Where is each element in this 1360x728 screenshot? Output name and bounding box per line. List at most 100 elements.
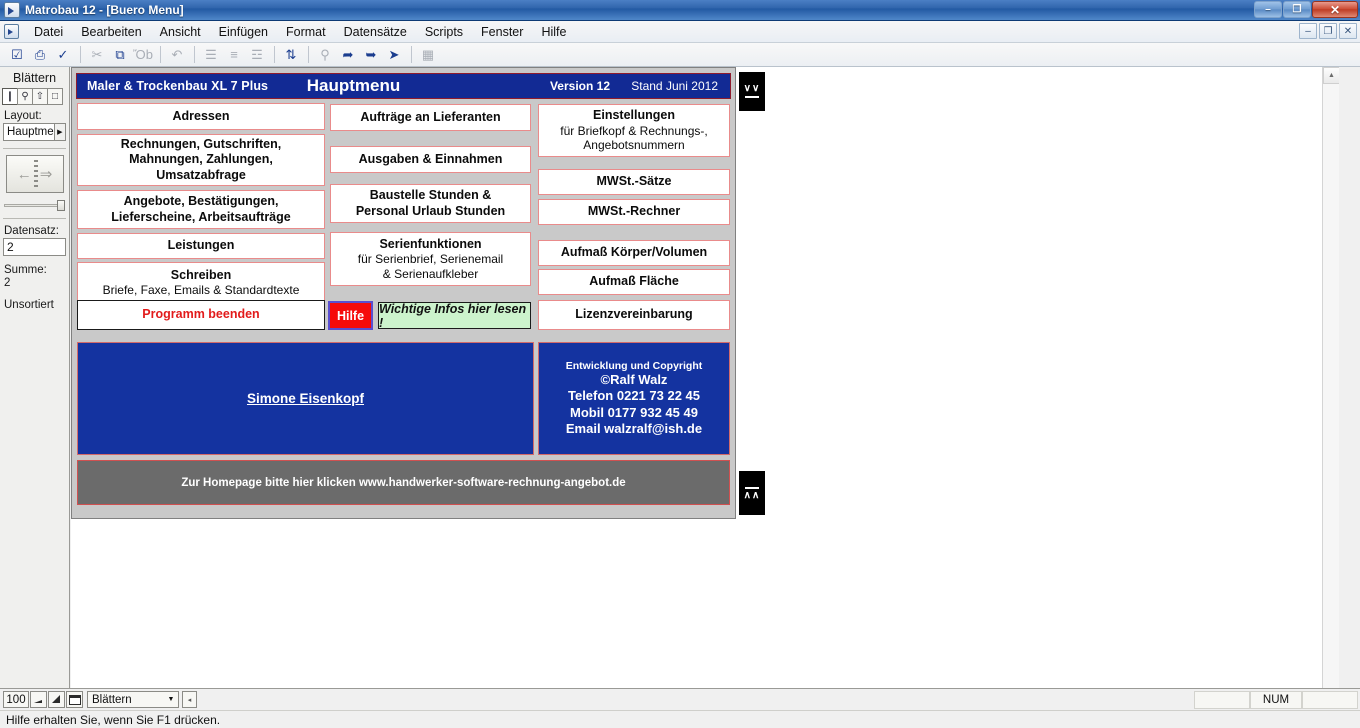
undo-icon[interactable]: ↶ <box>166 45 188 65</box>
chevron-right-icon: ▶ <box>53 124 65 140</box>
sort-icon[interactable]: ⇅ <box>280 45 302 65</box>
button-label: MWSt.-Rechner <box>587 204 681 219</box>
developer-phone: Telefon 0221 73 22 45 <box>567 388 700 404</box>
script-icon[interactable]: ▦ <box>417 45 439 65</box>
button-mwst-saetze[interactable]: MWSt.-Sätze <box>538 169 730 195</box>
restore-button[interactable]: ❐ <box>1283 1 1311 18</box>
copy-icon[interactable]: ⧉ <box>109 45 131 65</box>
horizontal-scroll-track[interactable] <box>197 691 1194 708</box>
window-title: Matrobau 12 - [Buero Menu] <box>25 3 184 17</box>
find-all-icon[interactable]: ☰ <box>200 45 222 65</box>
slider-thumb[interactable] <box>57 200 65 211</box>
menu-ansicht[interactable]: Ansicht <box>151 23 210 41</box>
layout-select-value: Hauptme <box>7 126 54 138</box>
button-leistungen[interactable]: Leistungen <box>77 233 325 259</box>
toolbar-separator <box>160 46 161 63</box>
mdi-minimize-button[interactable]: – <box>1299 23 1317 39</box>
hauptmenu-layout: Maler & Trockenbau XL 7 Plus Hauptmenu V… <box>71 67 736 519</box>
menu-einfuegen[interactable]: Einfügen <box>210 23 277 41</box>
record-slider[interactable] <box>4 200 65 211</box>
document-canvas: Maler & Trockenbau XL 7 Plus Hauptmenu V… <box>71 67 1339 688</box>
menu-fenster[interactable]: Fenster <box>472 23 532 41</box>
scroll-down-chip[interactable]: ∨∨ <box>739 72 765 111</box>
spellcheck-icon[interactable]: ✓ <box>52 45 74 65</box>
paste-icon[interactable]: Ὄb <box>132 45 154 65</box>
menu-format[interactable]: Format <box>277 23 335 41</box>
preview-mode-icon[interactable]: ⇧ <box>32 88 48 105</box>
user-panel[interactable]: Simone Eisenkopf <box>77 342 534 455</box>
status-cell-num: NUM <box>1250 690 1302 709</box>
menu-datensaetze[interactable]: Datensätze <box>335 23 416 41</box>
new-record-icon[interactable]: ☑ <box>6 45 28 65</box>
user-name-link[interactable]: Simone Eisenkopf <box>247 391 364 406</box>
layout-mode-icon[interactable]: □ <box>47 88 63 105</box>
menu-scripts[interactable]: Scripts <box>416 23 472 41</box>
button-baustelle-stunden[interactable]: Baustelle Stunden & Personal Urlaub Stun… <box>330 184 531 223</box>
application-window: Matrobau 12 - [Buero Menu] – ❐ ✕ Datei B… <box>0 0 1360 728</box>
button-label: Umsatzabfrage <box>156 167 246 182</box>
zoom-out-icon[interactable] <box>30 691 47 708</box>
button-label: Aufträge an Lieferanten <box>360 109 501 124</box>
button-label: MWSt.-Sätze <box>596 174 672 189</box>
scroll-up-arrow-icon[interactable]: ▲ <box>1323 67 1339 84</box>
menu-bar: Datei Bearbeiten Ansicht Einfügen Format… <box>0 21 1360 43</box>
window-controls: – ❐ ✕ <box>1254 1 1358 18</box>
show-all-icon[interactable]: ☲ <box>246 45 268 65</box>
mode-select-value: Blättern <box>92 693 132 706</box>
menu-hilfe[interactable]: Hilfe <box>532 23 575 41</box>
mode-select[interactable]: Blättern ▼ <box>87 691 179 708</box>
menu-bearbeiten[interactable]: Bearbeiten <box>72 23 150 41</box>
button-label: Adressen <box>172 108 230 123</box>
next-record-icon[interactable]: ⇒ <box>40 167 53 182</box>
button-rechnungen[interactable]: Rechnungen, Gutschriften, Mahnungen, Zah… <box>77 134 325 186</box>
omit-record-icon[interactable]: ≡ <box>223 45 245 65</box>
record-book-control[interactable]: ← ⇒ <box>5 155 64 193</box>
button-lizenzvereinbarung[interactable]: Lizenzvereinbarung <box>538 300 730 330</box>
export-icon[interactable]: ➥ <box>360 45 382 65</box>
scroll-up-chip[interactable]: ∧∧ <box>739 471 765 515</box>
cut-icon[interactable]: ✂ <box>86 45 108 65</box>
button-aufmass-flaeche[interactable]: Aufmaß Fläche <box>538 269 730 295</box>
button-wichtige-infos[interactable]: Wichtige Infos hier lesen ! <box>378 302 531 330</box>
import-icon[interactable]: ➦ <box>337 45 359 65</box>
button-schreiben[interactable]: Schreiben Briefe, Faxe, Emails & Standar… <box>77 262 325 303</box>
prev-record-icon[interactable]: ← <box>17 167 32 182</box>
toggle-window-icon[interactable] <box>66 691 83 708</box>
menu-datei[interactable]: Datei <box>25 23 72 41</box>
status-cell-3 <box>1302 690 1358 709</box>
document-vertical-scrollbar[interactable]: ▲ <box>1322 67 1339 688</box>
sidebar-divider <box>3 218 66 219</box>
layout-select[interactable]: Hauptme ▶ <box>3 123 66 141</box>
minimize-button[interactable]: – <box>1254 1 1282 18</box>
button-mwst-rechner[interactable]: MWSt.-Rechner <box>538 199 730 225</box>
record-number-input[interactable]: 2 <box>3 238 66 256</box>
zoom-in-icon[interactable] <box>48 691 65 708</box>
mdi-close-button[interactable]: ✕ <box>1339 23 1357 39</box>
button-angebote[interactable]: Angebote, Bestätigungen, Lieferscheine, … <box>77 190 325 229</box>
status-sidebar: Blättern ❙ ⚲ ⇧ □ Layout: Hauptme ▶ ← ⇒ D… <box>0 67 70 688</box>
button-label: Rechnungen, Gutschriften, <box>120 137 282 152</box>
document-icon[interactable] <box>4 24 19 39</box>
homepage-link-bar[interactable]: Zur Homepage bitte hier klicken www.hand… <box>77 460 730 505</box>
find-icon[interactable]: ⚲ <box>314 45 336 65</box>
close-button[interactable]: ✕ <box>1312 1 1358 18</box>
button-serienfunktionen[interactable]: Serienfunktionen für Serienbrief, Serien… <box>330 232 531 286</box>
print-icon[interactable]: ⎙ <box>29 45 51 65</box>
button-programm-beenden[interactable]: Programm beenden <box>77 300 325 330</box>
button-auftraege-lieferanten[interactable]: Aufträge an Lieferanten <box>330 104 531 131</box>
title-bar: Matrobau 12 - [Buero Menu] – ❐ ✕ <box>0 0 1360 21</box>
chevron-double-up-icon: ∧∧ <box>743 490 761 501</box>
zoom-level-indicator[interactable]: 100 <box>3 691 29 708</box>
browse-mode-icon[interactable]: ❙ <box>2 88 18 105</box>
button-ausgaben-einnahmen[interactable]: Ausgaben & Einnahmen <box>330 146 531 173</box>
button-einstellungen[interactable]: Einstellungen für Briefkopf & Rechnungs-… <box>538 104 730 157</box>
mdi-restore-button[interactable]: ❐ <box>1319 23 1337 39</box>
button-sublabel: für Serienbrief, Serienemail <box>357 252 504 266</box>
button-aufmass-koerper[interactable]: Aufmaß Körper/Volumen <box>538 240 730 266</box>
find-mode-icon[interactable]: ⚲ <box>17 88 33 105</box>
preview-icon[interactable]: ➤ <box>383 45 405 65</box>
button-adressen[interactable]: Adressen <box>77 103 325 130</box>
button-label: Leistungen <box>167 238 235 253</box>
button-hilfe[interactable]: Hilfe <box>328 301 373 330</box>
hscroll-left-arrow-icon[interactable]: ◂ <box>182 691 197 708</box>
